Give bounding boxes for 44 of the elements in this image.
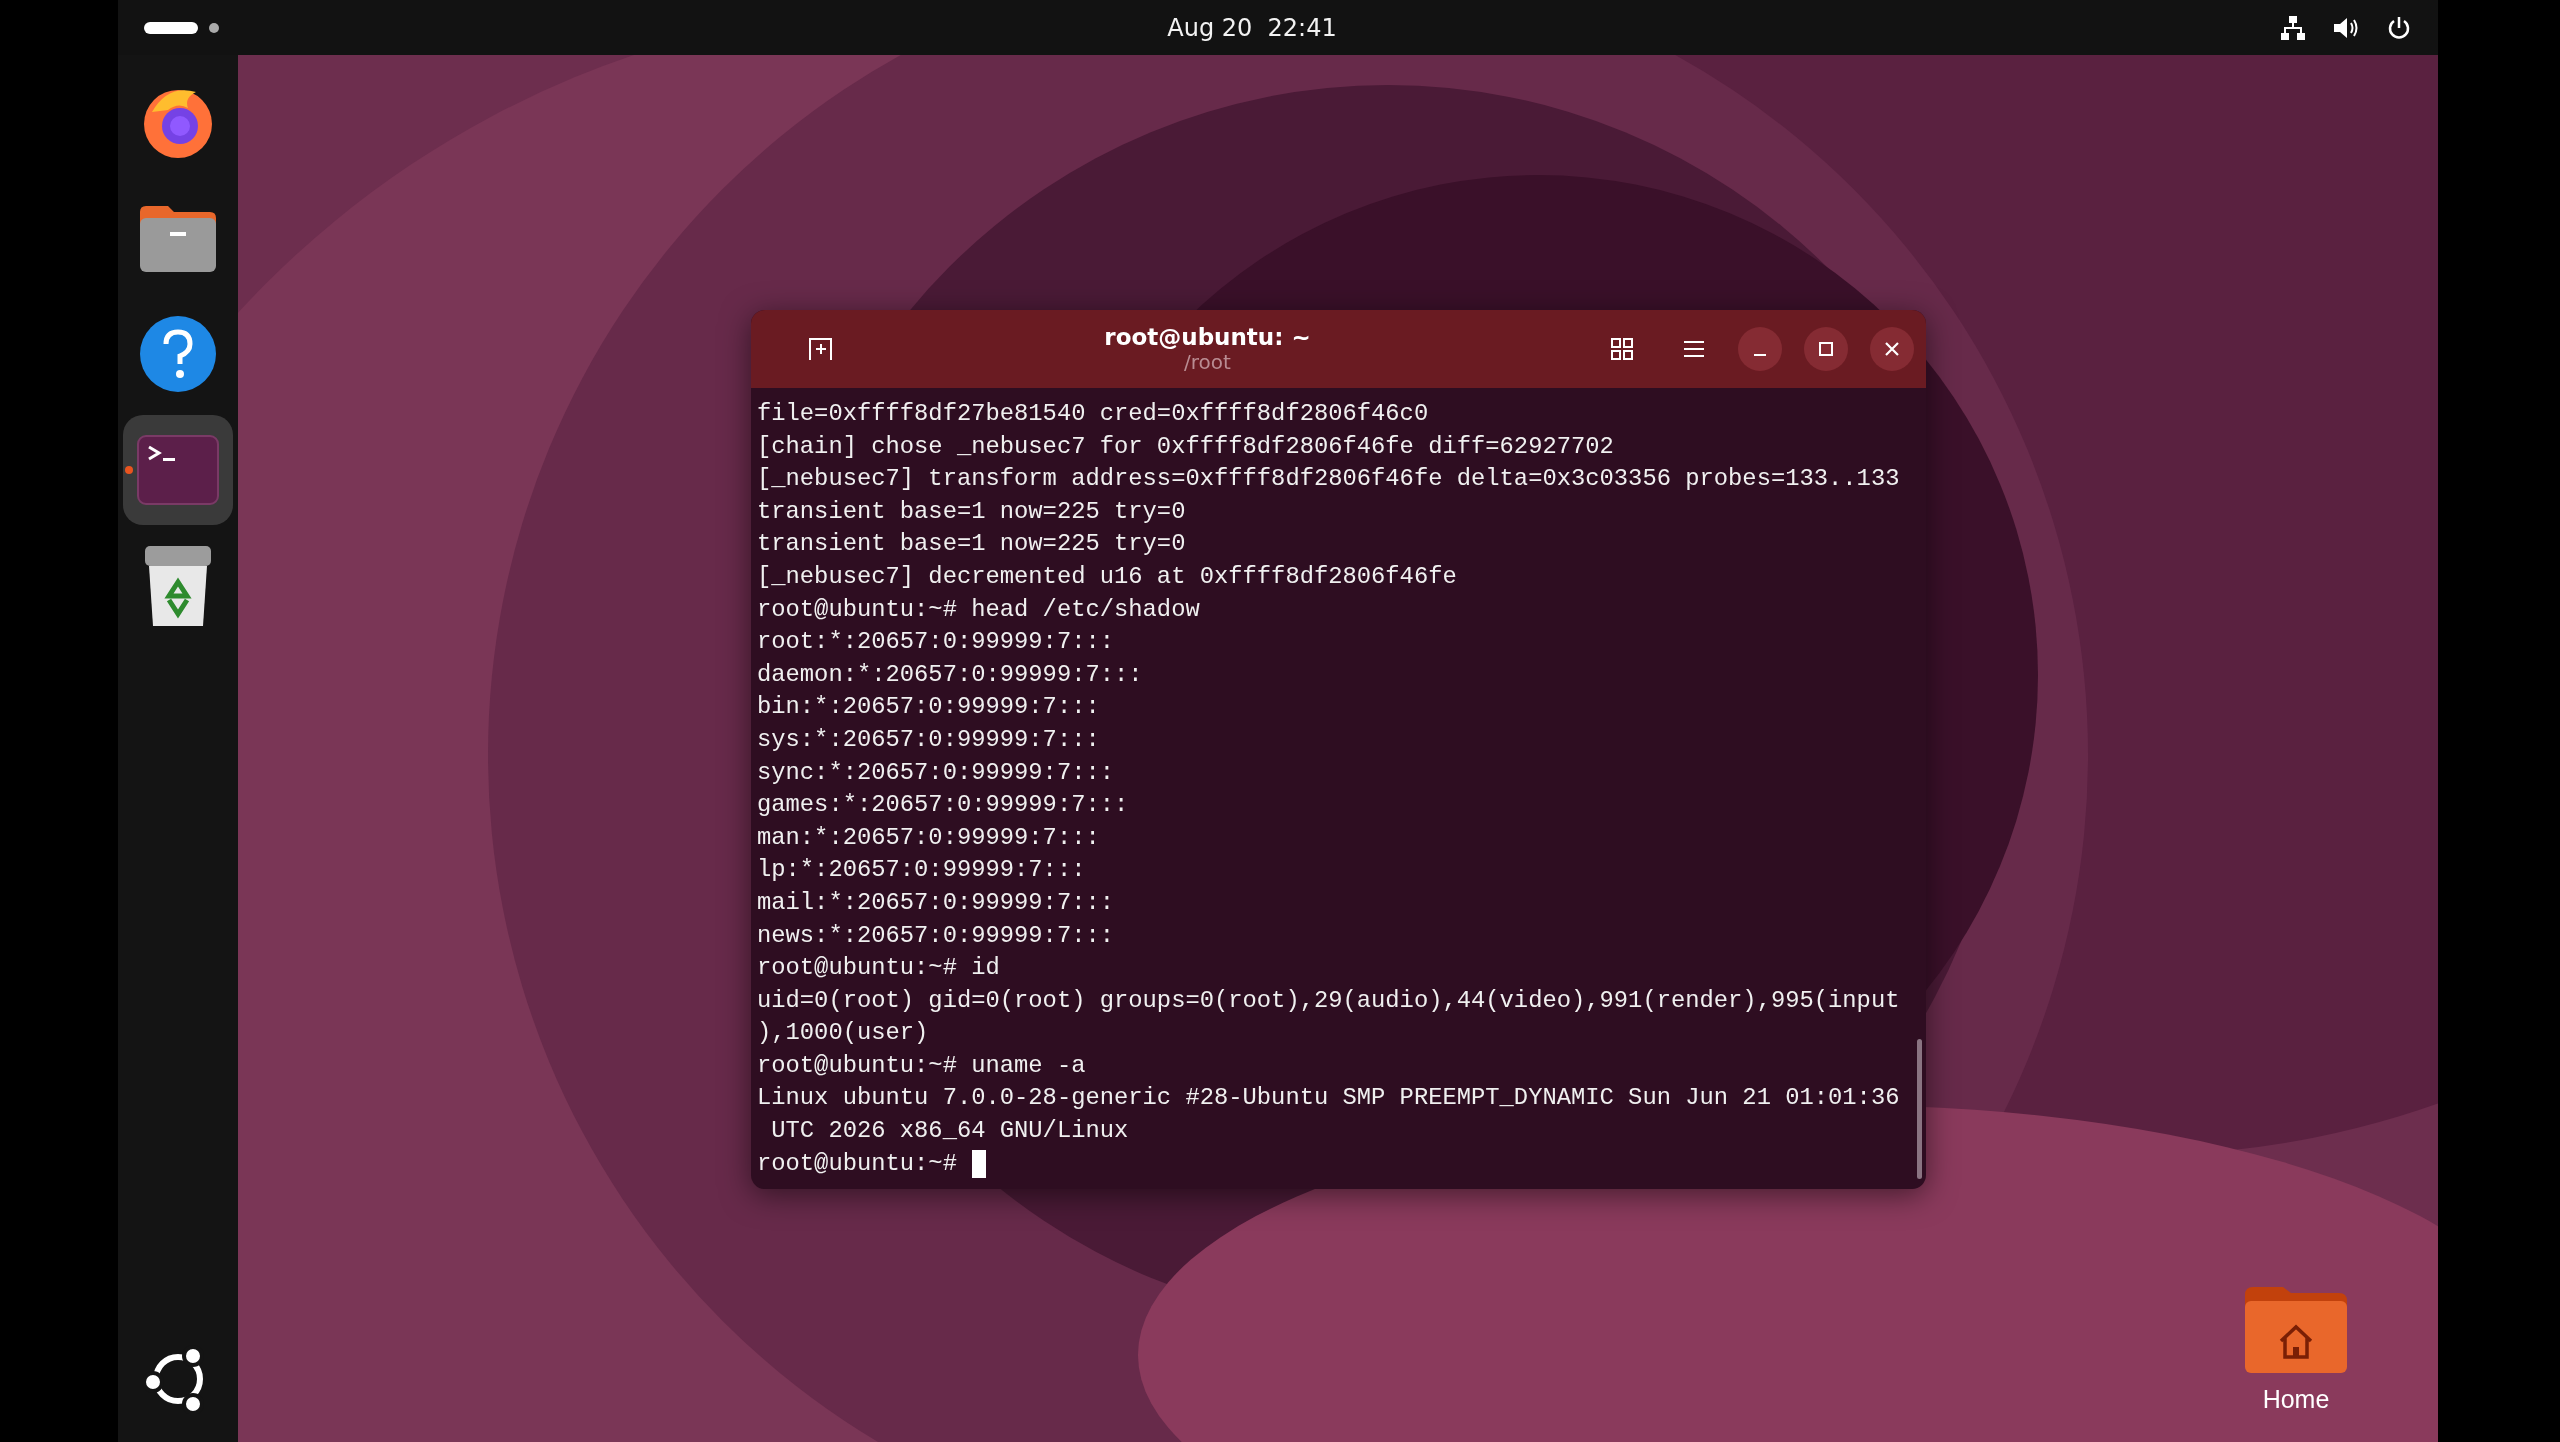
terminal-line: news:*:20657:0:99999:7:::	[757, 920, 1115, 951]
scrollbar[interactable]	[1917, 1039, 1922, 1179]
terminal-line: man:*:20657:0:99999:7:::	[757, 822, 1101, 853]
terminal-line: daemon:*:20657:0:99999:7:::	[757, 659, 1144, 690]
help-icon	[138, 314, 218, 394]
terminal-line: transient base=1 now=225 try=0	[757, 529, 1187, 560]
maximize-button[interactable]	[1804, 327, 1848, 371]
terminal-line: root:*:20657:0:99999:7:::	[757, 627, 1115, 658]
text-cursor	[971, 1149, 986, 1178]
terminal-line: Linux ubuntu 7.0.0-28-generic #28-Ubuntu SMP PREEMPT_DYNAMIC Sun Jun 21 01:01:36	[757, 1083, 1901, 1114]
new-tab-icon	[808, 336, 834, 362]
terminal-line: root@ubuntu:~# uname -a	[757, 1050, 1087, 1081]
terminal-line: root@ubuntu:~# head /etc/shadow	[757, 594, 1201, 625]
maximize-icon	[1818, 341, 1834, 357]
close-icon	[1884, 341, 1900, 357]
terminal-line: games:*:20657:0:99999:7:::	[757, 790, 1130, 821]
grid-icon	[1611, 338, 1633, 360]
terminal-icon	[137, 435, 219, 505]
power-icon[interactable]	[2386, 14, 2412, 41]
window-subtitle: /root	[1184, 350, 1231, 374]
terminal-prompt: root@ubuntu:~#	[757, 1148, 957, 1179]
network-icon[interactable]	[2280, 14, 2306, 41]
terminal-line: lp:*:20657:0:99999:7:::	[757, 855, 1087, 886]
trash-icon	[143, 544, 213, 628]
terminal-line: sys:*:20657:0:99999:7:::	[757, 724, 1101, 755]
window-title: root@ubuntu: ~	[1104, 324, 1311, 350]
terminal-line: root@ubuntu:~# id	[757, 953, 1001, 984]
terminal-line: transient base=1 now=225 try=0	[757, 496, 1187, 527]
terminal-line: [_nebusec7] transform address=0xffff8df2806f46fe delta=0x3c03356 probes=133..133	[757, 464, 1901, 495]
home-folder-icon	[2243, 1285, 2349, 1375]
terminal-line: ),1000(user)	[757, 1018, 930, 1049]
clock[interactable]: Aug 20 22:41	[1167, 13, 1337, 42]
terminal-line: mail:*:20657:0:99999:7:::	[757, 887, 1115, 918]
terminal-line: file=0xffff8df27be81540 cred=0xffff8df2806f46c0	[757, 399, 1430, 429]
running-indicator-icon	[125, 466, 133, 474]
terminal-line: UTC 2026 x86_64 GNU/Linux	[770, 1116, 1130, 1147]
terminal-line: bin:*:20657:0:99999:7:::	[757, 692, 1101, 723]
terminal-line: sync:*:20657:0:99999:7:::	[757, 757, 1115, 788]
close-button[interactable]	[1870, 327, 1914, 371]
minimize-icon	[1754, 354, 1766, 356]
terminal-line: [_nebusec7] decremented u16 at 0xffff8df2806f46fe	[757, 561, 1458, 592]
menu-icon	[1683, 340, 1705, 358]
terminal-line: [chain] chose _nebusec7 for 0xffff8df2806f46fe diff=62927702	[757, 431, 1615, 462]
terminal-line: uid=0(root) gid=0(root) groups=0(root),29(audio),44(video),991(render),995(input	[757, 985, 1901, 1016]
